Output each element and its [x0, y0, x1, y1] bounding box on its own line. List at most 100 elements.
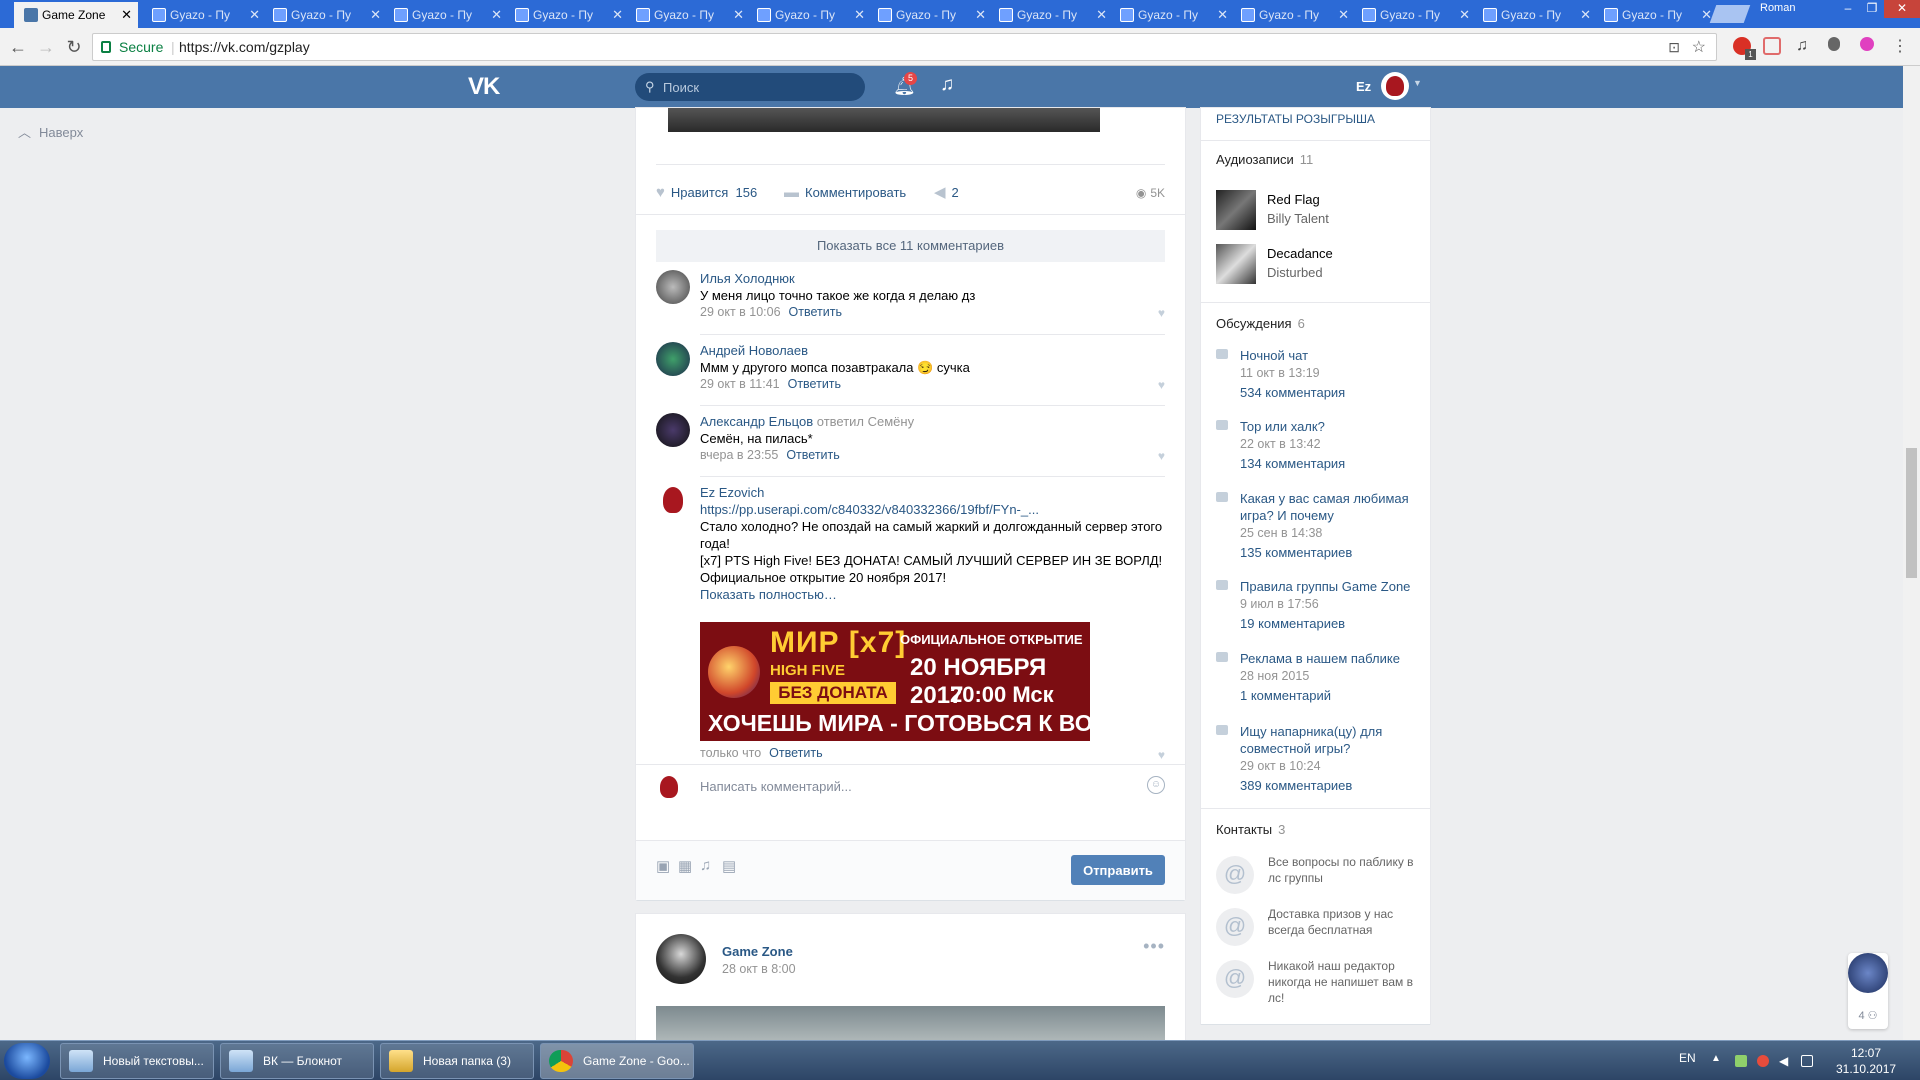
topic-comments[interactable]: 135 комментариев: [1240, 545, 1352, 560]
volume-icon[interactable]: ◀: [1779, 1055, 1791, 1067]
comment-input[interactable]: [700, 772, 1120, 800]
topic-comments[interactable]: 1 комментарий: [1240, 688, 1331, 703]
tab-gyazo[interactable]: Gyazo - Пу ✕: [626, 2, 750, 28]
taskbar-item[interactable]: Новый текстовы...: [60, 1043, 214, 1079]
topic-title[interactable]: Тор или халк?: [1240, 418, 1420, 435]
avatar[interactable]: [656, 413, 690, 447]
tab-gyazo[interactable]: Gyazo - Пу ✕: [989, 2, 1113, 28]
tray-app-icon[interactable]: [1757, 1055, 1769, 1067]
tab-gyazo[interactable]: Gyazo - Пу ✕: [1594, 2, 1718, 28]
reply-link[interactable]: Ответить: [786, 448, 839, 462]
profile-name[interactable]: Roman: [1760, 0, 1830, 16]
restore-icon[interactable]: ❐: [1860, 0, 1884, 18]
taskbar-item[interactable]: Game Zone - Goo...: [540, 1043, 694, 1079]
topic-comments[interactable]: 134 комментария: [1240, 456, 1345, 471]
close-tab-icon[interactable]: ✕: [975, 2, 986, 28]
close-tab-icon[interactable]: ✕: [370, 2, 381, 28]
minimize-icon[interactable]: –: [1836, 0, 1860, 18]
discussion-item[interactable]: Ночной чат 11 окт в 13:19 534 комментари…: [1216, 347, 1421, 403]
tab-gyazo[interactable]: Gyazo - Пу ✕: [263, 2, 387, 28]
menu-icon[interactable]: ⋮: [1890, 37, 1910, 57]
url-text[interactable]: https://vk.com/gzplay: [179, 39, 310, 55]
tab-gyazo[interactable]: Gyazo - Пу ✕: [1352, 2, 1476, 28]
close-tab-icon[interactable]: ✕: [733, 2, 744, 28]
page-scrollbar[interactable]: [1903, 66, 1920, 1040]
user-name[interactable]: Ez: [1356, 79, 1371, 94]
close-tab-icon[interactable]: ✕: [1580, 2, 1591, 28]
back-icon[interactable]: ←: [8, 37, 28, 57]
close-tab-icon[interactable]: ✕: [249, 2, 260, 28]
avatar[interactable]: [656, 934, 706, 984]
comment-author[interactable]: Ez Ezovich: [700, 485, 764, 500]
reply-link[interactable]: Ответить: [789, 305, 842, 319]
search-box[interactable]: ⚲: [635, 73, 865, 101]
comment-time[interactable]: только что: [700, 746, 761, 760]
topic-comments[interactable]: 389 комментариев: [1240, 778, 1352, 793]
close-tab-icon[interactable]: ✕: [121, 2, 132, 28]
comment-time[interactable]: 29 окт в 11:41: [700, 377, 780, 391]
contact-item[interactable]: @ Никакой наш редактор никогда не напише…: [1216, 958, 1421, 1010]
tray-expand-icon[interactable]: ▲: [1711, 1053, 1721, 1064]
audio-item[interactable]: Decadance Disturbed: [1216, 244, 1416, 284]
avatar[interactable]: [1381, 72, 1409, 100]
camera-icon[interactable]: ▣: [656, 857, 670, 875]
translate-icon[interactable]: ⊡: [1668, 39, 1680, 56]
album-cover[interactable]: [1216, 190, 1256, 230]
extension-icon[interactable]: [1860, 37, 1874, 51]
taskbar-item[interactable]: Новая папка (3): [380, 1043, 534, 1079]
tab-gyazo[interactable]: Gyazo - Пу ✕: [1110, 2, 1234, 28]
close-tab-icon[interactable]: ✕: [612, 2, 623, 28]
reply-to-label[interactable]: ответил Семёну: [817, 414, 914, 429]
topic-title[interactable]: Реклама в нашем паблике: [1240, 650, 1420, 667]
tab-gyazo[interactable]: Gyazo - Пу ✕: [505, 2, 629, 28]
music-extension-icon[interactable]: ♫: [1796, 37, 1814, 55]
like-button[interactable]: ♥ Нравится 156: [656, 182, 757, 204]
discussion-item[interactable]: Тор или халк? 22 окт в 13:42 134 коммент…: [1216, 418, 1421, 474]
contact-item[interactable]: @ Доставка призов у нас всегда бесплатна…: [1216, 906, 1421, 950]
network-icon[interactable]: [1801, 1055, 1813, 1067]
taskbar-item[interactable]: ВК — Блокнот: [220, 1043, 374, 1079]
tab-gyazo[interactable]: Gyazo - Пу ✕: [1473, 2, 1597, 28]
start-button[interactable]: [4, 1043, 50, 1079]
chat-widget[interactable]: 4 ⚇: [1848, 953, 1888, 1029]
close-tab-icon[interactable]: ✕: [1338, 2, 1349, 28]
comment-button[interactable]: ▬ Комментировать: [784, 182, 906, 204]
video-icon[interactable]: ▦: [678, 857, 692, 875]
emoji-icon[interactable]: ☺: [1147, 776, 1165, 794]
avatar[interactable]: [656, 270, 690, 304]
close-tab-icon[interactable]: ✕: [1096, 2, 1107, 28]
close-window-icon[interactable]: ✕: [1884, 0, 1920, 18]
comment-time[interactable]: 29 окт в 10:06: [700, 305, 781, 319]
show-all-comments-button[interactable]: Показать все 11 комментариев: [656, 230, 1165, 262]
post-author[interactable]: Game Zone: [722, 944, 793, 959]
search-input[interactable]: [663, 77, 853, 97]
close-tab-icon[interactable]: ✕: [491, 2, 502, 28]
comment-link[interactable]: https://pp.userapi.com/c840332/v84033236…: [700, 501, 1170, 518]
comment-author[interactable]: Андрей Новолаев: [700, 343, 808, 358]
tab-gyazo[interactable]: Gyazo - Пу ✕: [1231, 2, 1355, 28]
contacts-section-header[interactable]: Контакты 3: [1216, 822, 1285, 837]
share-button[interactable]: ◀ 2: [934, 182, 959, 204]
url-field[interactable]: Secure | https://vk.com/gzplay ⊡ ☆: [92, 33, 1717, 61]
close-tab-icon[interactable]: ✕: [1701, 2, 1712, 28]
vk-logo[interactable]: VK: [468, 73, 500, 101]
discussion-item[interactable]: Какая у вас самая любимая игра? И почему…: [1216, 490, 1421, 564]
comment-image-banner[interactable]: МИР [x7] ОФИЦИАЛЬНОЕ ОТКРЫТИЕ HIGH FIVE …: [700, 622, 1090, 741]
post-image[interactable]: [668, 108, 1100, 132]
reply-link[interactable]: Ответить: [769, 746, 822, 760]
bookmark-star-icon[interactable]: ☆: [1692, 37, 1706, 57]
close-tab-icon[interactable]: ✕: [854, 2, 865, 28]
send-button[interactable]: Отправить: [1071, 855, 1165, 885]
discussion-item[interactable]: Реклама в нашем паблике 28 ноя 2015 1 ко…: [1216, 650, 1421, 706]
back-to-top[interactable]: ︿ Наверх: [18, 122, 83, 141]
audio-item[interactable]: Red Flag Billy Talent: [1216, 190, 1416, 230]
comment-author[interactable]: Александр Ельцов: [700, 414, 813, 429]
comment-time[interactable]: вчера в 23:55: [700, 448, 778, 462]
forward-icon[interactable]: →: [36, 37, 56, 57]
topic-title[interactable]: Ночной чат: [1240, 347, 1420, 364]
show-more-link[interactable]: Показать полностью…: [700, 586, 1170, 603]
topic-title[interactable]: Правила группы Game Zone: [1240, 578, 1420, 595]
close-tab-icon[interactable]: ✕: [1217, 2, 1228, 28]
avatar[interactable]: [1848, 953, 1888, 993]
contact-item[interactable]: @ Все вопросы по паблику в лс группы: [1216, 854, 1421, 898]
